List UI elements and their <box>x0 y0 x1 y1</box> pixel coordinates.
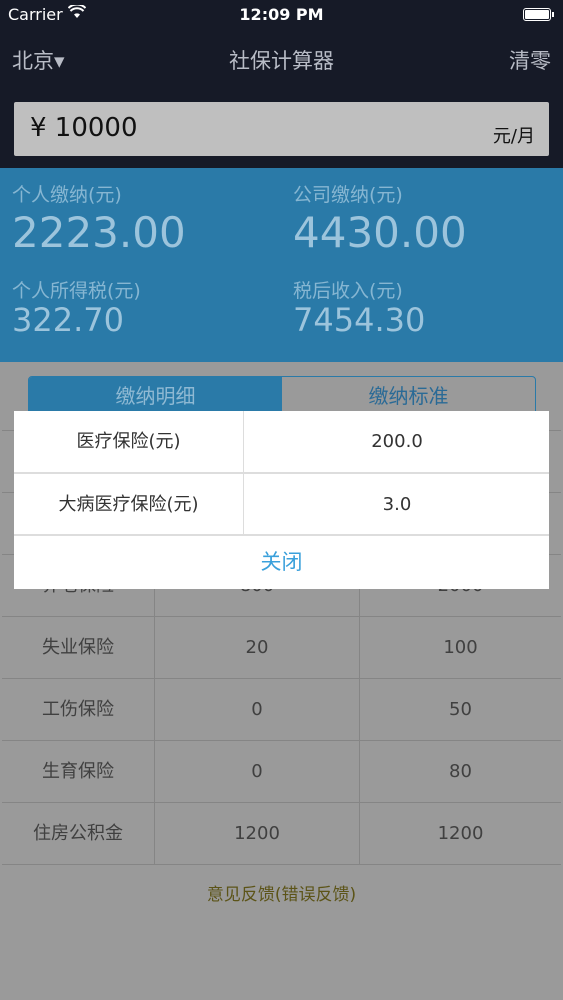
personal-contribution-label: 个人缴纳(元) <box>12 184 122 206</box>
row-name: 工伤保险 <box>2 679 155 740</box>
net-income-label: 税后收入(元) <box>293 280 403 302</box>
salary-value: ¥ 10000 <box>30 113 138 143</box>
income-tax-label: 个人所得税(元) <box>12 280 141 302</box>
detail-dialog: 医疗保险(元) 200.0 大病医疗保险(元) 3.0 关闭 <box>14 411 549 589</box>
battery-icon <box>523 8 554 21</box>
feedback-link[interactable]: 意见反馈(错误反馈) <box>0 880 563 905</box>
row-personal: 0 <box>155 741 360 802</box>
tab-contribution-standard[interactable]: 缴纳标准 <box>282 377 535 415</box>
segmented-control: 缴纳明细 缴纳标准 <box>28 376 536 416</box>
dialog-row-value: 200.0 <box>371 431 423 452</box>
table-row: 工伤保险 0 50 <box>2 678 561 740</box>
row-company: 100 <box>443 637 478 658</box>
page-title: 社保计算器 <box>229 49 334 73</box>
income-tax-value: 322.70 <box>12 301 124 339</box>
input-bar: ¥ 10000 元/月 <box>0 90 563 168</box>
summary-panel: 个人缴纳(元) 2223.00 公司缴纳(元) 4430.00 个人所得税(元)… <box>0 168 563 362</box>
salary-unit: 元/月 <box>492 126 535 147</box>
dialog-row-value: 3.0 <box>382 494 412 515</box>
company-contribution-value: 4430.00 <box>293 208 467 257</box>
table-row: 生育保险 0 80 <box>2 740 561 802</box>
table-row: 住房公积金 1200 1200 <box>2 802 561 865</box>
reset-button[interactable]: 清零 <box>509 45 551 75</box>
dialog-row-label: 大病医疗保险(元) <box>14 474 244 535</box>
row-personal: 0 <box>155 679 360 740</box>
dialog-row: 医疗保险(元) 200.0 <box>14 411 549 472</box>
personal-contribution-value: 2223.00 <box>12 208 186 257</box>
tab-contribution-detail[interactable]: 缴纳明细 <box>29 377 282 415</box>
row-name: 生育保险 <box>2 741 155 802</box>
nav-bar: 北京▾ 社保计算器 清零 <box>0 30 563 90</box>
net-income-value: 7454.30 <box>293 301 426 339</box>
row-name: 住房公积金 <box>2 803 155 864</box>
row-personal: 1200 <box>155 803 360 864</box>
company-contribution-label: 公司缴纳(元) <box>293 184 403 206</box>
row-company: 1200 <box>437 823 484 844</box>
row-personal: 20 <box>155 617 360 678</box>
row-company: 50 <box>449 699 472 720</box>
table-row: 失业保险 20 100 <box>2 616 561 678</box>
dialog-row-label: 医疗保险(元) <box>14 411 244 472</box>
row-name: 失业保险 <box>2 617 155 678</box>
close-button[interactable]: 关闭 <box>14 535 549 589</box>
dialog-row: 大病医疗保险(元) 3.0 <box>14 474 549 535</box>
status-bar: Carrier 12:09 PM <box>0 0 563 30</box>
row-company: 80 <box>449 761 472 782</box>
salary-input[interactable]: ¥ 10000 元/月 <box>14 102 549 156</box>
clock: 12:09 PM <box>239 5 324 24</box>
